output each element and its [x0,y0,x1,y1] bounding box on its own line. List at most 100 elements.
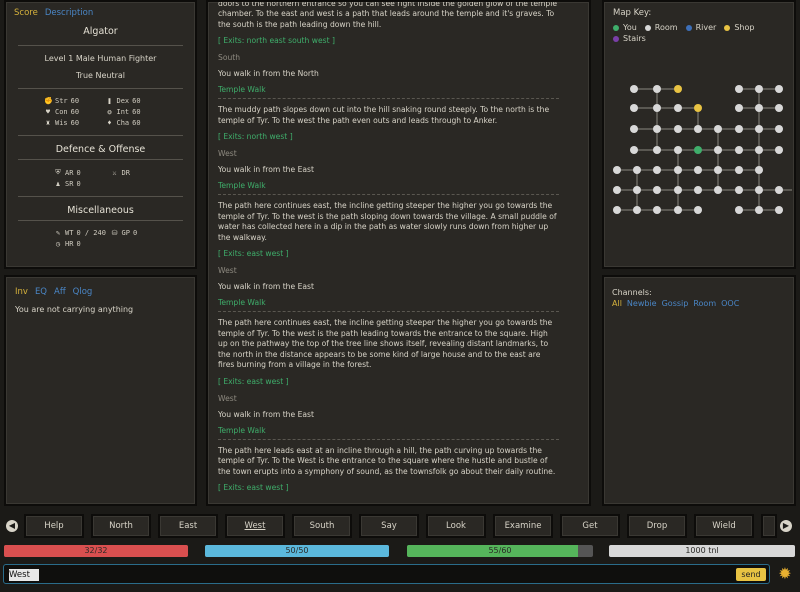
room-description: doors to the northern entrance so you ca… [218,0,558,29]
tab-qlog[interactable]: Qlog [73,287,93,297]
map-room [735,85,743,93]
map-room [775,125,783,133]
map-room [653,104,661,112]
inventory-panel: Inv EQ Aff Qlog You are not carrying anythi… [4,275,197,506]
tab-inv[interactable]: Inv [15,287,28,297]
command-input[interactable] [9,568,709,581]
stat-label: Con [55,108,68,116]
move-message: You walk in from the East [218,165,314,174]
character-name: Algator [83,26,118,37]
stat-con: ♥ Con 60 [44,108,106,116]
send-button[interactable]: send [736,568,766,581]
channel-tab-newbie[interactable]: Newbie [627,299,657,308]
moves-bar: 55/60 [407,545,593,557]
map-room [613,186,621,194]
map-room [755,104,763,112]
map-room [633,186,641,194]
map-room [775,85,783,93]
map-room [630,104,638,112]
map-you [694,146,702,154]
tab-score[interactable]: Score [14,8,38,18]
map-room [714,166,722,174]
stat-hr: ◷ HR 0 [54,240,111,248]
map-room [714,146,722,154]
stat-label: GP [121,229,130,237]
map-room [674,146,682,154]
map-room [755,146,763,154]
character-level-line: Level 1 Male Human Fighter [44,54,157,63]
room-exits: [ Exits: east west ] [218,483,289,492]
examine-button[interactable]: Examine [493,514,553,538]
south-button[interactable]: South [292,514,352,538]
person-icon: ♟ [55,180,61,188]
stat-value: 0 [76,168,81,177]
map-room [775,104,783,112]
map-room [735,125,743,133]
room-description: The muddy path slopes down cut into the … [218,105,550,125]
tab-aff[interactable]: Aff [54,287,66,297]
stat-value: 60 [132,97,141,105]
tab-eq[interactable]: EQ [35,287,47,297]
mana-bar: 50/50 [205,545,389,557]
map-room [755,166,763,174]
stat-label: Int [116,108,130,116]
get-button[interactable]: Get [560,514,620,538]
scroll-left-icon[interactable]: ◀ [6,520,18,532]
map-room [694,206,702,214]
map-room [630,125,638,133]
output-log: doors to the northern entrance so you ca… [218,0,559,500]
channel-tab-gossip[interactable]: Gossip [662,299,689,308]
stat-dr: ⚔ DR [111,168,168,177]
map-room [674,125,682,133]
channel-tab-room[interactable]: Room [693,299,716,308]
area-map [613,85,792,214]
moves-bar-label: 55/60 [488,546,512,555]
move-direction: West [218,393,237,403]
shield-icon: ⛨ [55,168,61,176]
map-room [630,146,638,154]
east-button[interactable]: East [158,514,218,538]
room-description: The path here leads east at an incline t… [218,445,556,476]
defence-title: Defence & Offense [55,144,146,155]
west-button[interactable]: West [225,514,285,538]
stat-wt: ✎ WT 0 / 240 [54,229,111,237]
tab-description[interactable]: Description [45,8,93,18]
map-room [775,186,783,194]
help-button[interactable]: Help [24,514,84,538]
channel-tab-all[interactable]: All [612,299,622,308]
map-room [714,125,722,133]
settings-gear-icon[interactable]: ✹ [777,566,793,582]
flask-icon: ♜ [45,119,51,127]
drop-button[interactable]: Drop [627,514,687,538]
room-title: Temple Walk [218,298,559,312]
coins-icon: ⛁ [111,229,118,237]
map-room [735,166,743,174]
say-button[interactable]: Say [359,514,419,538]
room-exits: [ Exits: north west ] [218,132,293,141]
stat-value: 60 [132,108,141,116]
stat-label: Cha [116,119,130,127]
room-title: Temple Walk [218,426,559,440]
divider [18,135,183,136]
scroll-right-icon[interactable]: ▶ [780,520,792,532]
north-button[interactable]: North [91,514,151,538]
more-commands-button[interactable] [761,514,777,538]
channel-tab-ooc[interactable]: OOC [721,299,739,308]
misc-title: Miscellaneous [67,205,134,216]
game-output[interactable]: doors to the northern entrance so you ca… [206,0,591,506]
room-exits: [ Exits: east west ] [218,376,289,386]
look-button[interactable]: Look [426,514,486,538]
wield-button[interactable]: Wield [694,514,754,538]
map-room [633,166,641,174]
inventory-text: You are not carrying anything [15,305,134,314]
tnl-bar: 1000 tnl [609,545,795,557]
stat-wis: ♜ Wis 60 [44,119,106,127]
move-direction: West [218,266,237,275]
map-room [714,186,722,194]
map-room [735,186,743,194]
tnl-bar-label: 1000 tnl [685,546,719,555]
map-room [653,186,661,194]
attribute-stats: ✊ Str 60 ❚ Dex 60 ♥ Con 60 ❂ Int 60 ♜ Wis 60 ♦ Cha 60 [14,97,187,127]
channel-tabs: Channels: All Newbie Gossip Room OOC [612,287,786,309]
map-room [694,125,702,133]
